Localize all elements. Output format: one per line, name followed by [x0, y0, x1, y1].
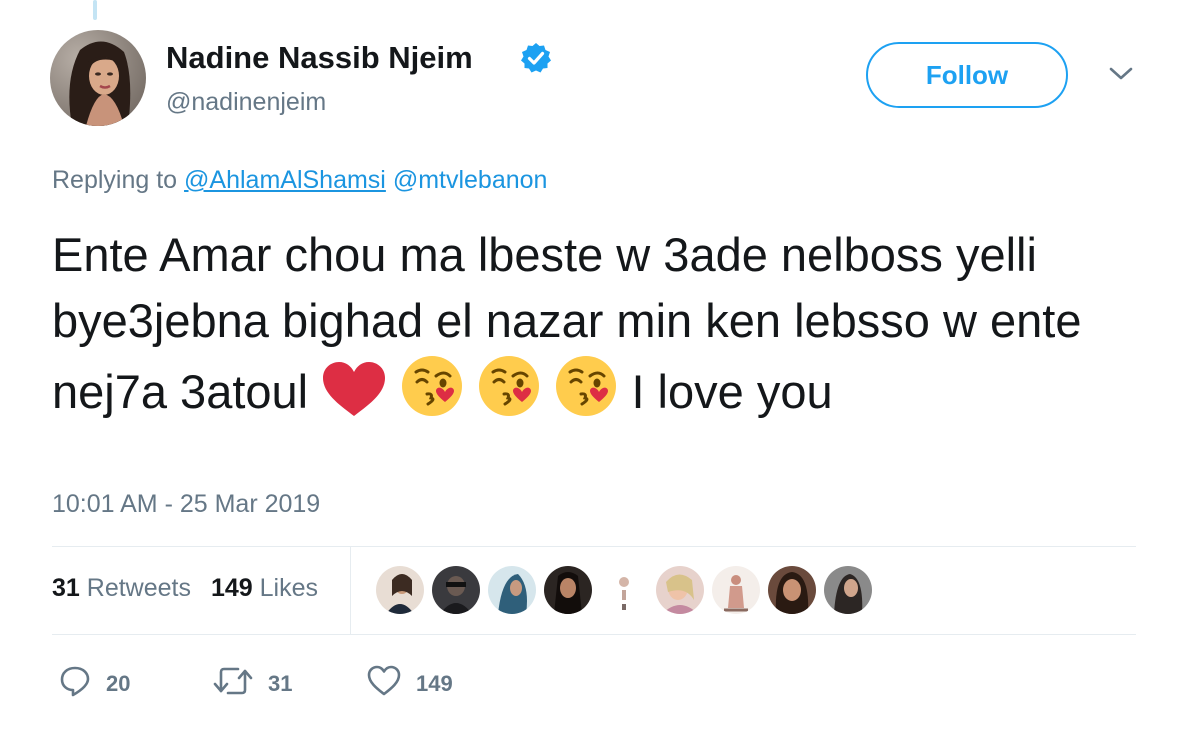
verified-badge-icon: [520, 42, 552, 74]
tweet-stats: 31 Retweets 149 Likes: [52, 574, 318, 603]
red-heart-icon: [321, 360, 387, 418]
liker-avatar[interactable]: [768, 566, 816, 614]
liker-avatar[interactable]: [600, 566, 648, 614]
likes-count: 149: [210, 574, 253, 602]
chevron-down-icon[interactable]: [1108, 66, 1134, 82]
liker-avatar[interactable]: [376, 566, 424, 614]
liker-avatar[interactable]: [712, 566, 760, 614]
reply-button[interactable]: 20: [58, 664, 130, 703]
liker-avatars: [376, 566, 896, 614]
retweets-stat[interactable]: 31 Retweets: [52, 574, 191, 602]
author-handle[interactable]: @nadinenjeim: [166, 88, 326, 117]
liker-avatar[interactable]: [544, 566, 592, 614]
like-count: 149: [416, 670, 453, 696]
like-button[interactable]: 149: [366, 664, 453, 703]
tweet-text: Ente Amar chou ma lbeste w 3ade nelboss …: [52, 222, 1092, 425]
tweet-text-ending: I love you: [631, 365, 833, 418]
liker-avatar[interactable]: [432, 566, 480, 614]
retweets-count: 31: [52, 574, 80, 602]
author-display-name[interactable]: Nadine Nassib Njeim: [166, 40, 473, 76]
retweet-button[interactable]: 31: [212, 664, 292, 703]
retweet-icon: [212, 664, 254, 703]
author-avatar[interactable]: [50, 30, 146, 126]
face-blowing-kiss-icon: [400, 354, 464, 418]
reply-icon: [58, 664, 92, 703]
liker-avatar[interactable]: [488, 566, 536, 614]
reply-count: 20: [106, 670, 131, 696]
liker-avatar[interactable]: [656, 566, 704, 614]
tweet-page: Nadine Nassib Njeim @nadinenjeim Follow …: [0, 0, 1200, 751]
heart-icon: [366, 664, 402, 703]
retweets-label: Retweets: [86, 574, 191, 602]
follow-button[interactable]: Follow: [866, 42, 1068, 108]
mention-link[interactable]: @AhlamAlShamsi: [184, 166, 386, 194]
replying-to-prefix: Replying to: [52, 166, 178, 194]
face-blowing-kiss-icon: [477, 354, 541, 418]
thread-line: [93, 0, 97, 20]
likes-label: Likes: [259, 574, 319, 602]
divider: [52, 546, 1136, 547]
liker-avatar[interactable]: [824, 566, 872, 614]
tweet-actions: 20 31 149: [0, 664, 1200, 704]
likes-stat[interactable]: 149 Likes: [211, 574, 318, 602]
mention-link[interactable]: @mtvlebanon: [393, 166, 548, 194]
tweet-timestamp[interactable]: 10:01 AM - 25 Mar 2019: [52, 490, 320, 519]
divider: [350, 546, 351, 635]
divider: [52, 634, 1136, 635]
retweet-count: 31: [268, 670, 293, 696]
replying-to-line: Replying to @AhlamAlShamsi @mtvlebanon: [52, 166, 547, 195]
face-blowing-kiss-icon: [554, 354, 618, 418]
